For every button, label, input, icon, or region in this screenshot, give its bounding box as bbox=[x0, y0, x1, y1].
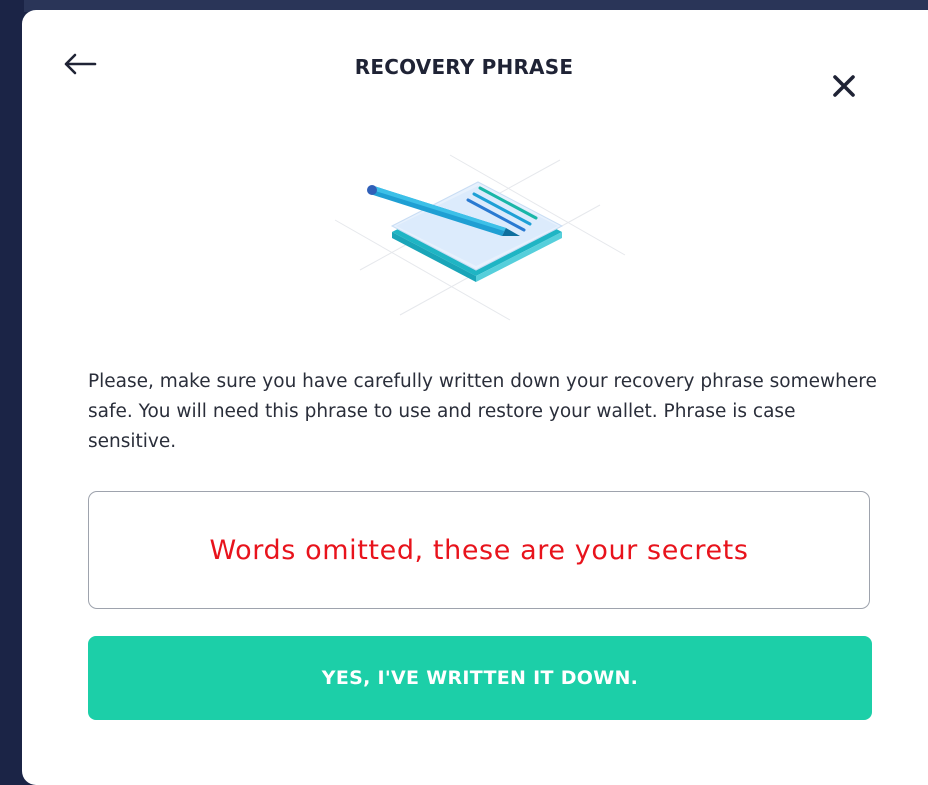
confirm-written-button[interactable]: YES, I'VE WRITTEN IT DOWN. bbox=[88, 636, 872, 720]
redacted-phrase-text: Words omitted, these are your secrets bbox=[209, 534, 749, 566]
close-icon bbox=[833, 75, 855, 97]
notepad-pen-illustration bbox=[334, 154, 626, 321]
instructions-text: Please, make sure you have carefully wri… bbox=[88, 371, 877, 452]
backdrop-left bbox=[0, 0, 24, 785]
recovery-phrase-box: Words omitted, these are your secrets bbox=[88, 491, 870, 609]
modal-title: RECOVERY PHRASE bbox=[354, 55, 574, 79]
confirm-written-label: YES, I'VE WRITTEN IT DOWN. bbox=[321, 667, 639, 689]
close-button[interactable] bbox=[828, 70, 860, 102]
